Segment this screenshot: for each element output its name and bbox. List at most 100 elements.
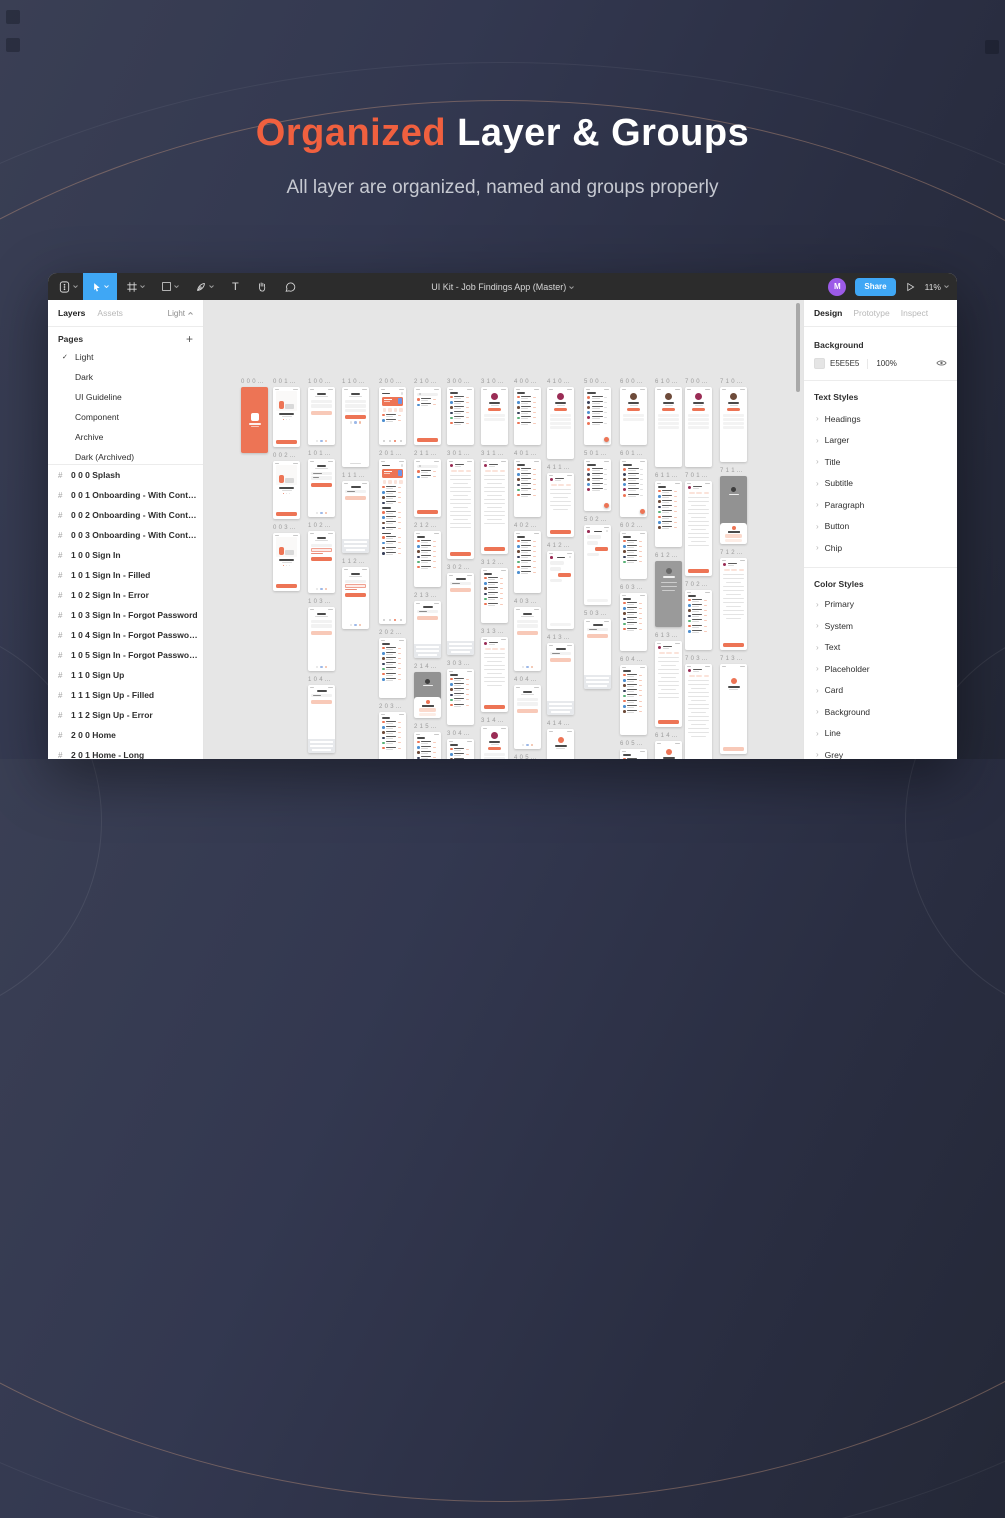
canvas-frame[interactable]	[414, 387, 441, 445]
canvas-frame[interactable]	[547, 387, 574, 459]
style-item[interactable]: › Button	[814, 516, 947, 538]
canvas-frame[interactable]	[342, 387, 369, 467]
canvas-frame[interactable]	[447, 387, 474, 445]
color-hex[interactable]: E5E5E5	[830, 359, 859, 368]
tab-inspect[interactable]: Inspect	[901, 308, 928, 318]
page-item[interactable]: Component	[48, 407, 203, 427]
style-item[interactable]: › Larger	[814, 430, 947, 452]
canvas-frame[interactable]	[342, 481, 369, 553]
canvas-frame[interactable]	[620, 459, 647, 517]
canvas-frame[interactable]	[414, 672, 441, 718]
canvas-frame[interactable]	[447, 459, 474, 559]
text-tool-button[interactable]: T	[227, 273, 244, 300]
canvas-frame[interactable]	[655, 481, 682, 547]
layer-item[interactable]: #1 0 5 Sign In - Forgot Password - R...	[48, 645, 203, 665]
canvas-frame[interactable]	[241, 387, 268, 453]
layer-item[interactable]: #1 0 0 Sign In	[48, 545, 203, 565]
canvas-frame[interactable]	[481, 387, 508, 445]
canvas-frame[interactable]	[685, 664, 712, 759]
canvas-frame[interactable]	[514, 459, 541, 517]
canvas-frame[interactable]	[547, 551, 574, 629]
canvas-frame[interactable]	[414, 531, 441, 587]
canvas-frame[interactable]	[514, 531, 541, 593]
canvas-frame[interactable]	[620, 593, 647, 651]
page-item[interactable]: Dark (Archived)	[48, 447, 203, 464]
canvas-frame[interactable]	[308, 531, 335, 593]
canvas-frame[interactable]	[414, 732, 441, 759]
opacity-value[interactable]: 100%	[876, 359, 896, 368]
style-item[interactable]: › Primary	[814, 594, 947, 616]
style-item[interactable]: › Grey	[814, 744, 947, 759]
page-item[interactable]: Archive	[48, 427, 203, 447]
canvas-frame[interactable]	[308, 685, 335, 753]
layer-item[interactable]: #1 1 0 Sign Up	[48, 665, 203, 685]
pen-tool-button[interactable]	[190, 273, 219, 300]
share-button[interactable]: Share	[855, 277, 896, 296]
style-item[interactable]: › Paragraph	[814, 494, 947, 516]
canvas-frame[interactable]	[414, 459, 441, 517]
canvas-frame[interactable]	[308, 387, 335, 445]
canvas-frame[interactable]	[620, 749, 647, 759]
canvas-frame[interactable]	[655, 741, 682, 759]
canvas-frame[interactable]	[481, 726, 508, 759]
tab-assets[interactable]: Assets	[97, 308, 123, 318]
canvas-scrollbar[interactable]	[796, 303, 800, 392]
add-page-button[interactable]: +	[186, 333, 193, 345]
canvas-frame[interactable]	[720, 558, 747, 650]
canvas-frame[interactable]	[584, 525, 611, 605]
layer-item[interactable]: #1 1 2 Sign Up - Error	[48, 705, 203, 725]
style-item[interactable]: › Background	[814, 701, 947, 723]
layer-item[interactable]: #0 0 2 Onboarding - With Control - ...	[48, 505, 203, 525]
canvas-frame[interactable]	[379, 387, 406, 445]
canvas-frame[interactable]	[379, 459, 406, 624]
tab-layers[interactable]: Layers	[58, 308, 85, 318]
style-item[interactable]: › Card	[814, 680, 947, 702]
tab-prototype[interactable]: Prototype	[853, 308, 889, 318]
canvas-frame[interactable]	[414, 601, 441, 658]
canvas-frame[interactable]	[447, 739, 474, 759]
canvas-frame[interactable]	[685, 590, 712, 650]
page-switcher[interactable]: Light	[168, 309, 193, 318]
layer-item[interactable]: #1 0 2 Sign In - Error	[48, 585, 203, 605]
tab-design[interactable]: Design	[814, 308, 842, 318]
canvas-frame[interactable]	[547, 473, 574, 537]
move-tool-button[interactable]	[83, 273, 117, 300]
canvas-frame[interactable]	[308, 459, 335, 517]
layer-item[interactable]: #2 0 1 Home - Long	[48, 745, 203, 759]
canvas-frame[interactable]	[685, 481, 712, 576]
canvas-frame[interactable]	[514, 607, 541, 671]
layer-item[interactable]: #0 0 1 Onboarding - With Control - ...	[48, 485, 203, 505]
style-item[interactable]: › Line	[814, 723, 947, 745]
visibility-toggle[interactable]	[936, 359, 947, 369]
canvas-frame[interactable]	[514, 387, 541, 445]
canvas-frame[interactable]	[620, 531, 647, 579]
page-item[interactable]: UI Guideline	[48, 387, 203, 407]
color-swatch[interactable]	[814, 358, 825, 369]
canvas-frame[interactable]	[685, 387, 712, 467]
style-item[interactable]: › Chip	[814, 537, 947, 559]
canvas-frame[interactable]	[481, 459, 508, 554]
canvas-frame[interactable]	[273, 533, 300, 591]
layer-item[interactable]: #0 0 3 Onboarding - With Control - ...	[48, 525, 203, 545]
layer-item[interactable]: #0 0 0 Splash	[48, 465, 203, 485]
canvas-frame[interactable]	[273, 461, 300, 519]
canvas-frame[interactable]	[620, 387, 647, 445]
layer-item[interactable]: #1 1 1 Sign Up - Filled	[48, 685, 203, 705]
layer-item[interactable]: #1 0 3 Sign In - Forgot Password	[48, 605, 203, 625]
style-item[interactable]: › Headings	[814, 408, 947, 430]
canvas-frame[interactable]	[655, 387, 682, 467]
style-item[interactable]: › Placeholder	[814, 658, 947, 680]
layer-item[interactable]: #2 0 0 Home	[48, 725, 203, 745]
canvas-frame[interactable]	[447, 669, 474, 725]
main-menu-button[interactable]	[53, 273, 83, 300]
canvas-frame[interactable]	[620, 665, 647, 735]
canvas-frame[interactable]	[342, 567, 369, 629]
hand-tool-button[interactable]	[251, 273, 273, 300]
style-item[interactable]: › Title	[814, 451, 947, 473]
comment-tool-button[interactable]	[279, 273, 301, 300]
shape-tool-button[interactable]	[156, 273, 184, 300]
layer-item[interactable]: #1 0 4 Sign In - Forgot Password - Fi...	[48, 625, 203, 645]
zoom-control[interactable]: 11%	[925, 282, 949, 292]
canvas-frame[interactable]	[481, 637, 508, 712]
style-item[interactable]: › System	[814, 615, 947, 637]
